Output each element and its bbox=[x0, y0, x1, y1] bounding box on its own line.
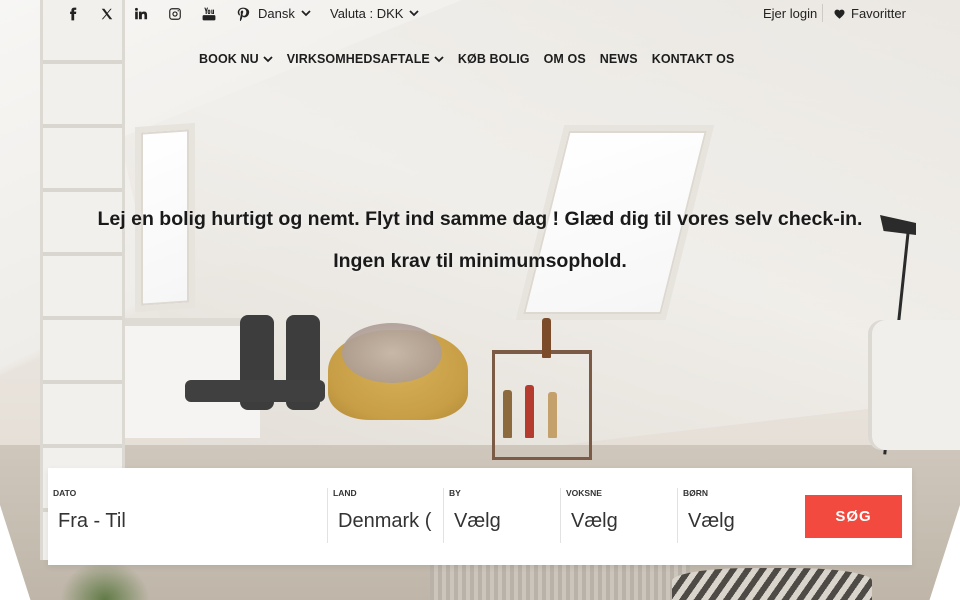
nav-item-label: KØB BOLIG bbox=[457, 52, 530, 66]
hero-rug bbox=[430, 560, 690, 600]
currency-dropdown[interactable]: Valuta : DKK bbox=[330, 6, 420, 21]
social-links bbox=[56, 6, 260, 22]
hero-bottle bbox=[548, 392, 557, 438]
nav-item-label: KONTAKT OS bbox=[651, 52, 735, 66]
children-value: Vælg bbox=[688, 510, 735, 532]
nav-item-kontakt-os[interactable]: KONTAKT OS bbox=[652, 52, 735, 66]
nav-item-om-os[interactable]: OM OS bbox=[544, 52, 586, 66]
country-select[interactable]: LAND Denmark ( bbox=[328, 488, 444, 543]
main-navigation: BOOK NU VIRKSOMHEDSAFTALE KØB BOLIG OM O… bbox=[199, 52, 734, 66]
country-label: LAND bbox=[333, 488, 357, 498]
chevron-down-icon bbox=[301, 10, 311, 17]
date-label: DATO bbox=[53, 488, 77, 498]
city-label: BY bbox=[449, 488, 461, 498]
adults-select[interactable]: VOKSNE Vælg bbox=[561, 488, 678, 543]
nav-item-kob-bolig[interactable]: KØB BOLIG bbox=[458, 52, 530, 66]
language-label: Dansk bbox=[258, 6, 295, 21]
date-range-value: Fra - Til bbox=[58, 510, 126, 532]
hero-bottle bbox=[525, 385, 534, 438]
youtube-icon[interactable] bbox=[192, 6, 226, 22]
children-label: BØRN bbox=[683, 488, 709, 498]
adults-label: VOKSNE bbox=[566, 488, 602, 498]
owner-login-link[interactable]: Ejer login bbox=[763, 6, 817, 21]
nav-item-label: BOOK NU bbox=[199, 52, 259, 66]
hero-fur-throw bbox=[342, 323, 442, 383]
nav-item-news[interactable]: NEWS bbox=[600, 52, 638, 66]
heart-icon bbox=[834, 9, 845, 19]
hero-headline: Lej en bolig hurtigt og nemt. Flyt ind s… bbox=[97, 208, 863, 230]
search-panel: DATO Fra - Til LAND Denmark ( BY Vælg VO… bbox=[48, 468, 912, 565]
hero-bottle bbox=[542, 318, 551, 358]
search-button[interactable]: SØG bbox=[805, 495, 902, 538]
currency-label: Valuta : DKK bbox=[330, 6, 404, 21]
country-value: Denmark ( bbox=[338, 510, 432, 532]
nav-item-virksomhedsaftale[interactable]: VIRKSOMHEDSAFTALE bbox=[287, 52, 444, 66]
top-bar: Dansk Valuta : DKK Ejer login Favoritter bbox=[0, 0, 960, 28]
instagram-icon[interactable] bbox=[158, 6, 192, 22]
nav-item-book-nu[interactable]: BOOK NU bbox=[199, 52, 273, 66]
hero-bottle bbox=[503, 390, 512, 438]
date-range-field[interactable]: DATO Fra - Til bbox=[48, 488, 328, 543]
city-select[interactable]: BY Vælg bbox=[444, 488, 561, 543]
nav-item-label: VIRKSOMHEDSAFTALE bbox=[286, 52, 430, 66]
adults-value: Vælg bbox=[571, 510, 618, 532]
pinterest-icon[interactable] bbox=[226, 6, 260, 22]
hero-cushion bbox=[672, 568, 872, 600]
nav-item-label: NEWS bbox=[599, 52, 638, 66]
hero-subline: Ingen krav til minimumsophold. bbox=[333, 250, 627, 272]
x-twitter-icon[interactable] bbox=[90, 6, 124, 22]
favorites-link[interactable]: Favoritter bbox=[834, 6, 906, 21]
chevron-down-icon bbox=[434, 55, 444, 62]
children-select[interactable]: BØRN Vælg bbox=[678, 488, 795, 543]
facebook-icon[interactable] bbox=[56, 6, 90, 22]
hero-stool-seat bbox=[185, 380, 325, 402]
favorites-label: Favoritter bbox=[851, 6, 906, 21]
topbar-divider bbox=[822, 4, 823, 22]
linkedin-icon[interactable] bbox=[124, 6, 158, 22]
hero-plant bbox=[60, 560, 150, 600]
nav-item-label: OM OS bbox=[543, 52, 586, 66]
language-dropdown[interactable]: Dansk bbox=[258, 6, 311, 21]
hero-sofa bbox=[868, 320, 960, 450]
city-value: Vælg bbox=[454, 510, 501, 532]
chevron-down-icon bbox=[263, 55, 273, 62]
chevron-down-icon bbox=[409, 10, 420, 17]
